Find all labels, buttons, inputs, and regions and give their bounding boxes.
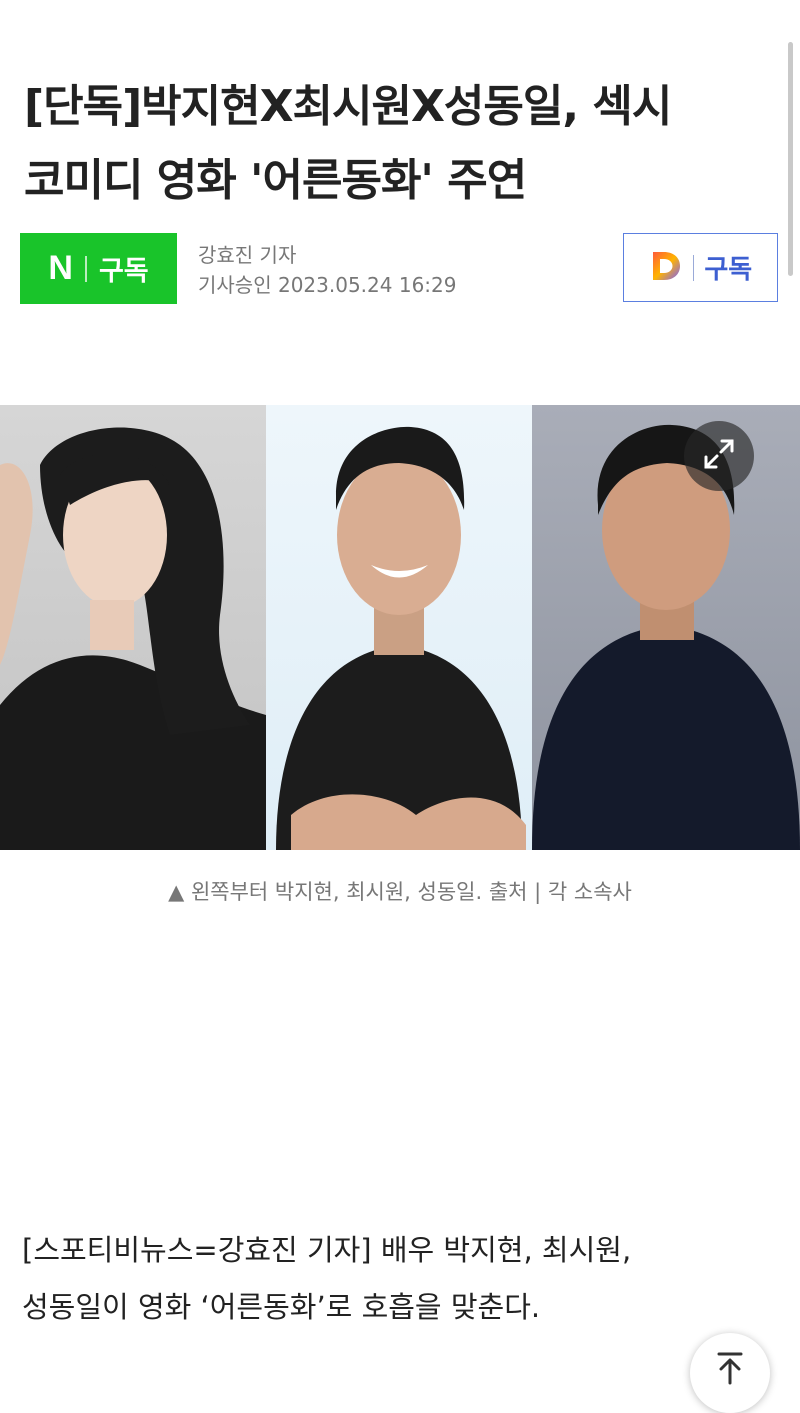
photo-panel-left bbox=[0, 405, 266, 850]
article-body: [스포티비뉴스=강효진 기자] 배우 박지현, 최시원, 성동일이 영화 ‘어른… bbox=[22, 1222, 782, 1336]
naver-subscribe-button[interactable]: N 구독 bbox=[20, 233, 177, 304]
photo-panel-center bbox=[266, 405, 532, 850]
expand-icon bbox=[702, 437, 736, 475]
daum-subscribe-label: 구독 bbox=[704, 255, 753, 285]
daum-subscribe-button[interactable]: 구독 bbox=[623, 233, 778, 302]
arrow-up-to-top-icon bbox=[713, 1351, 747, 1389]
article-photo[interactable] bbox=[0, 405, 800, 850]
naver-logo-icon: N bbox=[48, 249, 73, 287]
naver-subscribe-label: 구독 bbox=[98, 256, 149, 287]
expand-button[interactable] bbox=[684, 421, 754, 491]
article-title: [단독]박지현X최시원X성동일, 섹시 코미디 영화 '어른동화' 주연 bbox=[24, 70, 769, 218]
approved-info: 기사승인 2023.05.24 16:29 bbox=[198, 270, 456, 300]
scroll-to-top-button[interactable] bbox=[690, 1333, 770, 1413]
body-line-1: [스포티비뉴스=강효진 기자] 배우 박지현, 최시원, bbox=[22, 1233, 632, 1267]
photo-panel-right bbox=[532, 405, 800, 850]
title-line-1: [단독]박지현X최시원X성동일, 섹시 bbox=[24, 81, 672, 132]
title-line-2: 코미디 영화 '어른동화' 주연 bbox=[24, 155, 527, 206]
divider bbox=[692, 254, 695, 281]
reporter-name: 강효진 기자 bbox=[198, 243, 297, 267]
photo-caption: ▲ 왼쪽부터 박지현, 최시원, 성동일. 출처 | 각 소속사 bbox=[168, 880, 632, 904]
approved-datetime: 2023.05.24 16:29 bbox=[277, 273, 457, 297]
divider bbox=[84, 255, 87, 282]
byline: 강효진 기자 기사승인 2023.05.24 16:29 bbox=[198, 240, 456, 300]
body-line-2: 성동일이 영화 ‘어른동화’로 호흡을 맞춘다. bbox=[22, 1290, 541, 1324]
approved-label: 기사승인 bbox=[198, 273, 272, 297]
scrollbar[interactable] bbox=[788, 42, 793, 276]
daum-logo-icon bbox=[649, 249, 683, 287]
